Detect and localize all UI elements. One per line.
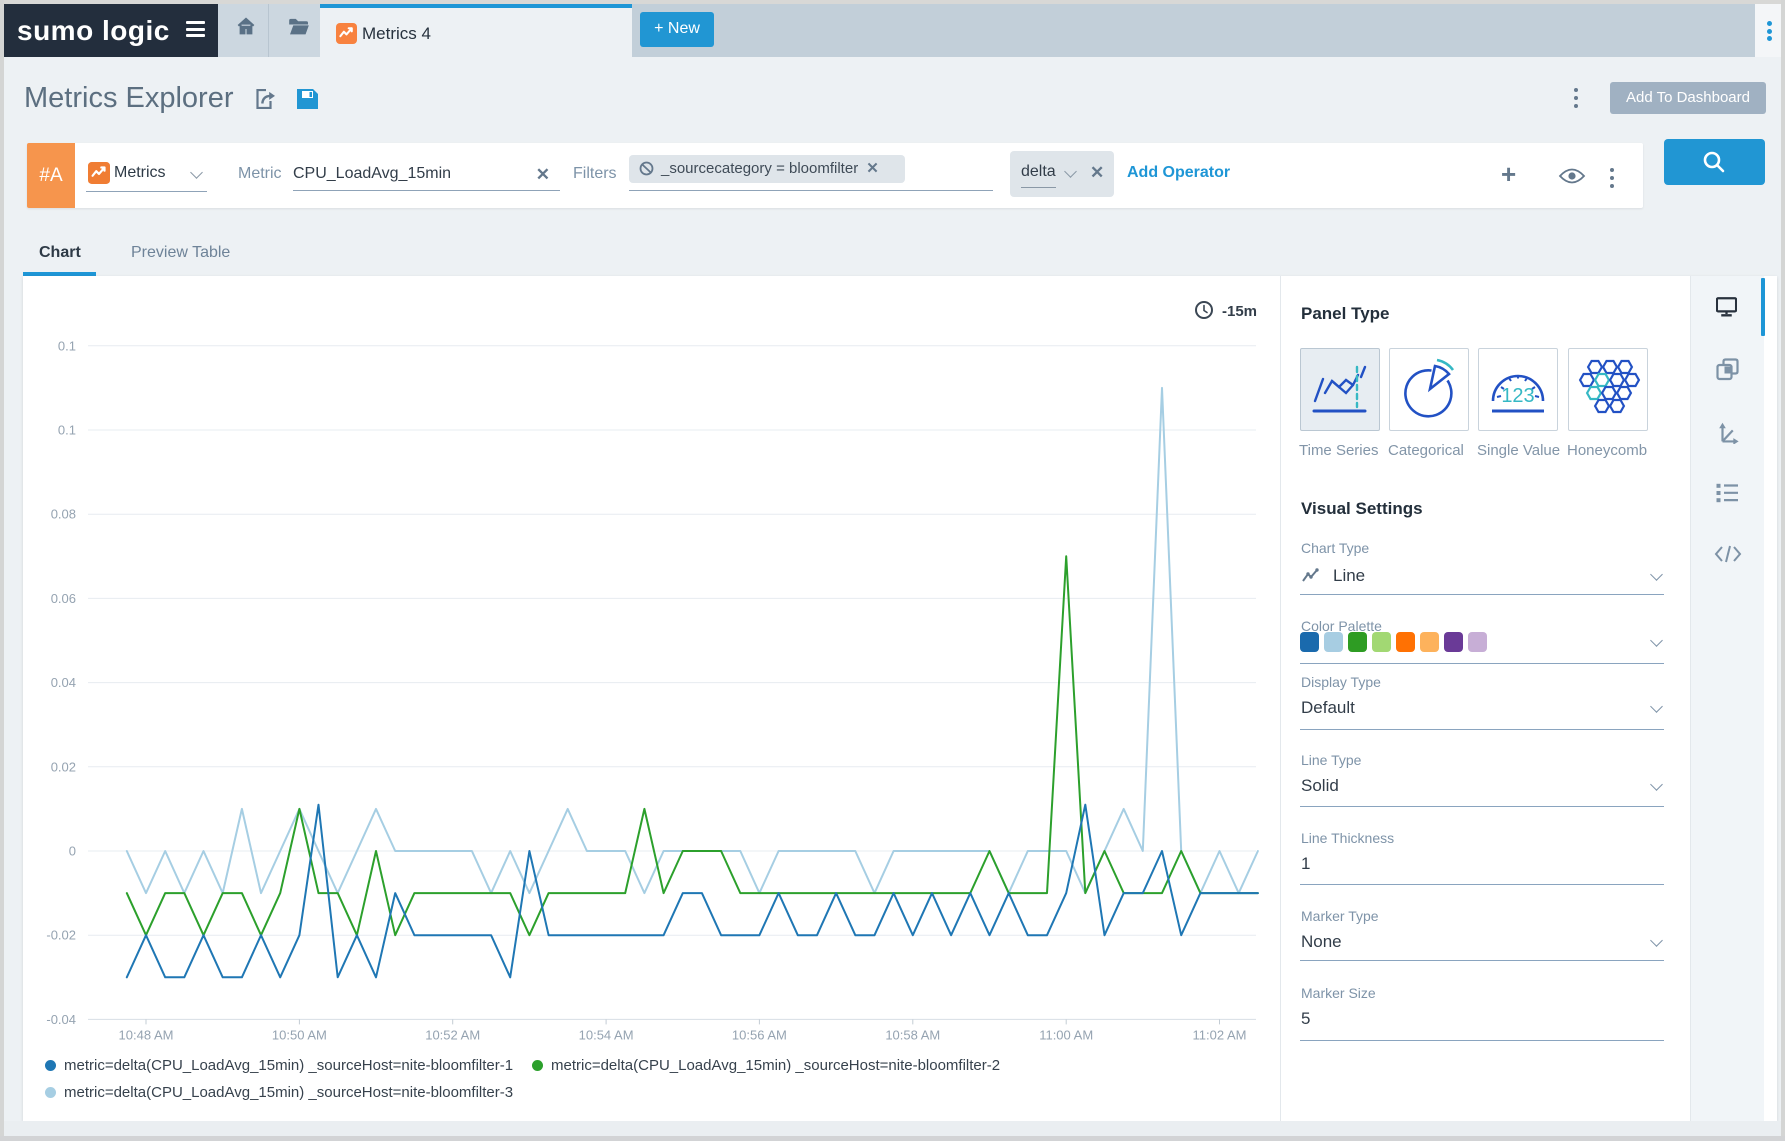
svg-text:-0.02: -0.02 <box>46 928 76 943</box>
svg-text:10:58 AM: 10:58 AM <box>885 1027 940 1042</box>
svg-text:0.1: 0.1 <box>58 338 76 353</box>
svg-text:11:02 AM: 11:02 AM <box>1193 1027 1247 1042</box>
svg-text:123: 123 <box>1501 385 1534 407</box>
svg-text:0.06: 0.06 <box>51 591 76 606</box>
svg-text:0.04: 0.04 <box>51 675 76 690</box>
svg-text:10:48 AM: 10:48 AM <box>119 1027 174 1042</box>
svg-text:0.1: 0.1 <box>58 423 76 438</box>
svg-text:0: 0 <box>69 844 76 859</box>
svg-text:10:54 AM: 10:54 AM <box>579 1027 634 1042</box>
svg-text:-15m: -15m <box>1222 303 1257 320</box>
svg-text:0.08: 0.08 <box>51 507 76 522</box>
svg-text:-0.04: -0.04 <box>46 1012 76 1027</box>
svg-text:0.02: 0.02 <box>51 759 76 774</box>
svg-text:10:56 AM: 10:56 AM <box>732 1027 787 1042</box>
svg-text:10:50 AM: 10:50 AM <box>272 1027 327 1042</box>
svg-text:10:52 AM: 10:52 AM <box>425 1027 480 1042</box>
svg-text:11:00 AM: 11:00 AM <box>1039 1027 1093 1042</box>
